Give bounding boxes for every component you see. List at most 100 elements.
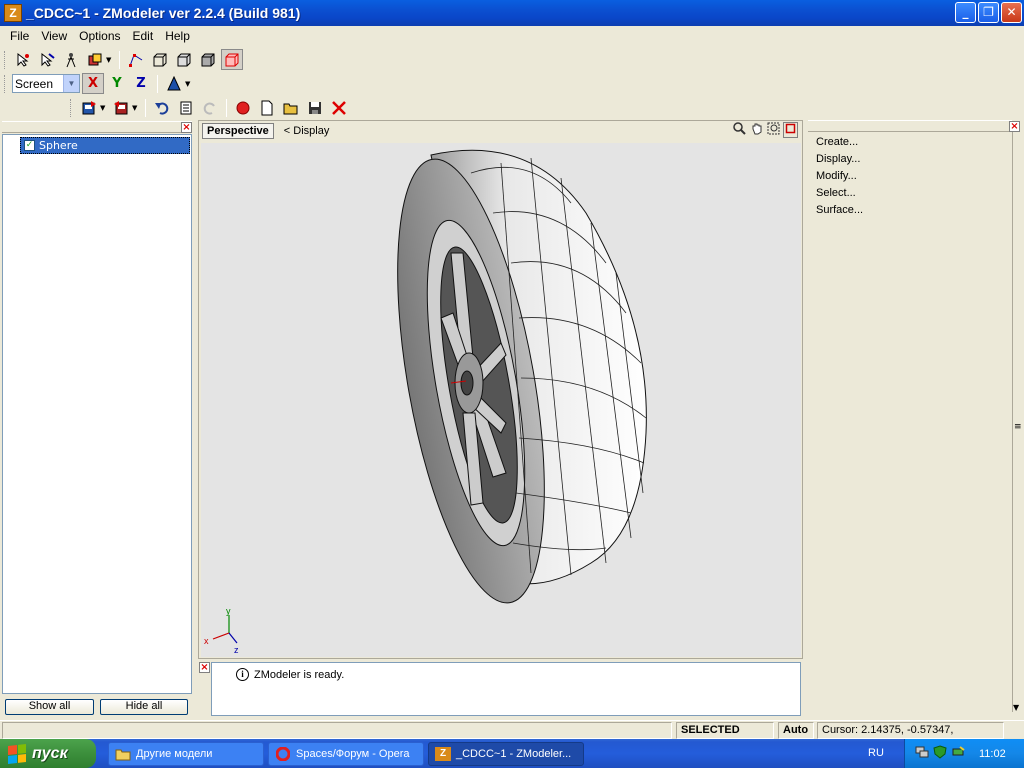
maximize-viewport-icon[interactable] [783,122,798,138]
start-label: пуск [32,744,68,762]
info-icon: i [236,668,249,681]
task-zmodeler[interactable]: Z _CDCC~1 - ZModeler... [428,742,584,766]
task-opera[interactable]: Spaces/Форум - Opera [268,742,424,766]
menu-options[interactable]: Options [73,29,126,43]
chevron-down-icon[interactable]: ▼ [1013,703,1019,712]
status-message [2,722,672,739]
close-button[interactable]: ✕ [1001,2,1022,23]
menu-file[interactable]: File [4,29,35,43]
status-bar: SELECTED MODE Auto Cursor: 2.14375, -0.5… [0,720,1024,751]
zoom-icon[interactable] [732,122,747,138]
panel-splitter[interactable]: ≡ ▼ [1012,132,1022,712]
tree-item-label: Sphere [39,139,78,152]
axis-y-label: y [226,606,231,616]
axis-x-label: x [204,636,209,646]
import-icon[interactable] [78,97,100,118]
network-icon[interactable] [915,745,929,762]
task-folder[interactable]: Другие модели [108,742,264,766]
new-file-icon[interactable] [256,97,278,118]
visibility-checkbox[interactable]: ✓ [24,140,35,151]
record-icon[interactable] [232,97,254,118]
start-button[interactable]: пуск [0,739,96,768]
display-menu[interactable]: < Display [284,125,330,137]
chevron-down-icon[interactable]: ▼ [132,104,140,112]
log-output: i ZModeler is ready. [211,662,801,716]
vertex-mode-icon[interactable] [125,49,147,70]
tree-item-sphere[interactable]: ✓ Sphere [20,137,190,154]
move-tool-icon[interactable] [60,49,82,70]
cursor-coordinates: Cursor: 2.14375, -0.57347, -2.85170 [817,722,1004,751]
select-edge-icon[interactable] [36,49,58,70]
system-tray: 11:02 [904,739,1024,768]
maximize-button[interactable]: ❐ [978,2,999,23]
language-indicator[interactable]: RU [868,747,884,759]
face-mode-icon[interactable] [173,49,195,70]
hide-all-button[interactable]: Hide all [100,699,188,715]
folder-icon [115,747,131,761]
close-icon[interactable]: × [1009,121,1020,132]
viewport-header: Perspective < Display [199,121,802,141]
axis-y-button[interactable]: Y [106,73,128,94]
panel-header: × [808,120,1020,132]
chevron-down-icon[interactable]: ▼ [63,75,79,92]
axis-x-button[interactable]: X [82,73,104,94]
safely-remove-icon[interactable] [951,745,965,762]
toolbar-grip[interactable] [4,74,7,93]
toolbar-separator [119,50,120,69]
close-icon[interactable]: × [199,662,210,673]
log-panel: × i ZModeler is ready. [198,661,803,718]
task-label: Другие модели [136,748,213,760]
export-icon[interactable] [110,97,132,118]
window-title: _CDCC~1 - ZModeler ver 2.2.4 (Build 981) [26,5,301,21]
axis-z-button[interactable]: Z [130,73,152,94]
tab-perspective[interactable]: Perspective [202,123,274,139]
command-select[interactable]: Select... [816,187,863,204]
viewport-canvas[interactable]: y x z [201,143,801,657]
menu-view[interactable]: View [35,29,73,43]
minimize-button[interactable]: _ [955,2,976,23]
redo-icon[interactable] [199,97,221,118]
edge-mode-icon[interactable] [149,49,171,70]
menu-edit[interactable]: Edit [127,29,160,43]
object-box-icon[interactable] [197,49,219,70]
toolbar-grip[interactable] [4,50,7,69]
menu-help[interactable]: Help [159,29,196,43]
close-icon[interactable]: × [181,122,192,133]
delete-icon[interactable] [328,97,350,118]
undo-history-icon[interactable] [175,97,197,118]
security-shield-icon[interactable] [933,745,947,762]
save-icon[interactable] [304,97,326,118]
solid-box-icon[interactable] [221,49,243,70]
chevron-down-icon[interactable]: ▼ [185,80,193,88]
chevron-down-icon[interactable]: ▼ [106,56,114,64]
clock[interactable]: 11:02 [979,748,1006,760]
command-create[interactable]: Create... [816,136,863,153]
menu-bar: File View Options Edit Help [0,26,1024,46]
object-tree: ✓ Sphere [2,134,192,694]
splitter-grip-icon[interactable]: ≡ [1014,422,1022,432]
coord-system-select[interactable]: Screen ▼ [12,74,80,93]
file-toolbar: ▼ ▼ [70,96,350,119]
zoom-extents-icon[interactable] [766,122,781,138]
selected-mode-indicator: SELECTED MODE [676,722,774,751]
toolbar-separator [157,74,158,93]
open-folder-icon[interactable] [280,97,302,118]
command-surface[interactable]: Surface... [816,204,863,221]
chevron-down-icon[interactable]: ▼ [100,104,108,112]
pivot-icon[interactable] [163,73,185,94]
task-label: _CDCC~1 - ZModeler... [456,748,572,760]
windows-logo-icon [8,743,26,764]
undo-icon[interactable] [151,97,173,118]
object-mode-icon[interactable] [84,49,106,70]
toolbar-grip[interactable] [70,98,73,117]
command-panel: × Create... Display... Modify... Select.… [806,120,1024,718]
taskbar: пуск Другие модели Spaces/Форум - Opera … [0,739,1024,768]
show-all-button[interactable]: Show all [5,699,94,715]
viewport-panel: Perspective < Display y x z [198,120,803,659]
zmodeler-icon: Z [435,747,451,761]
select-vertex-icon[interactable] [12,49,34,70]
command-modify[interactable]: Modify... [816,170,863,187]
object-tree-panel: × ✓ Sphere Show all Hide all [0,121,194,718]
pan-hand-icon[interactable] [749,122,764,138]
command-display[interactable]: Display... [816,153,863,170]
